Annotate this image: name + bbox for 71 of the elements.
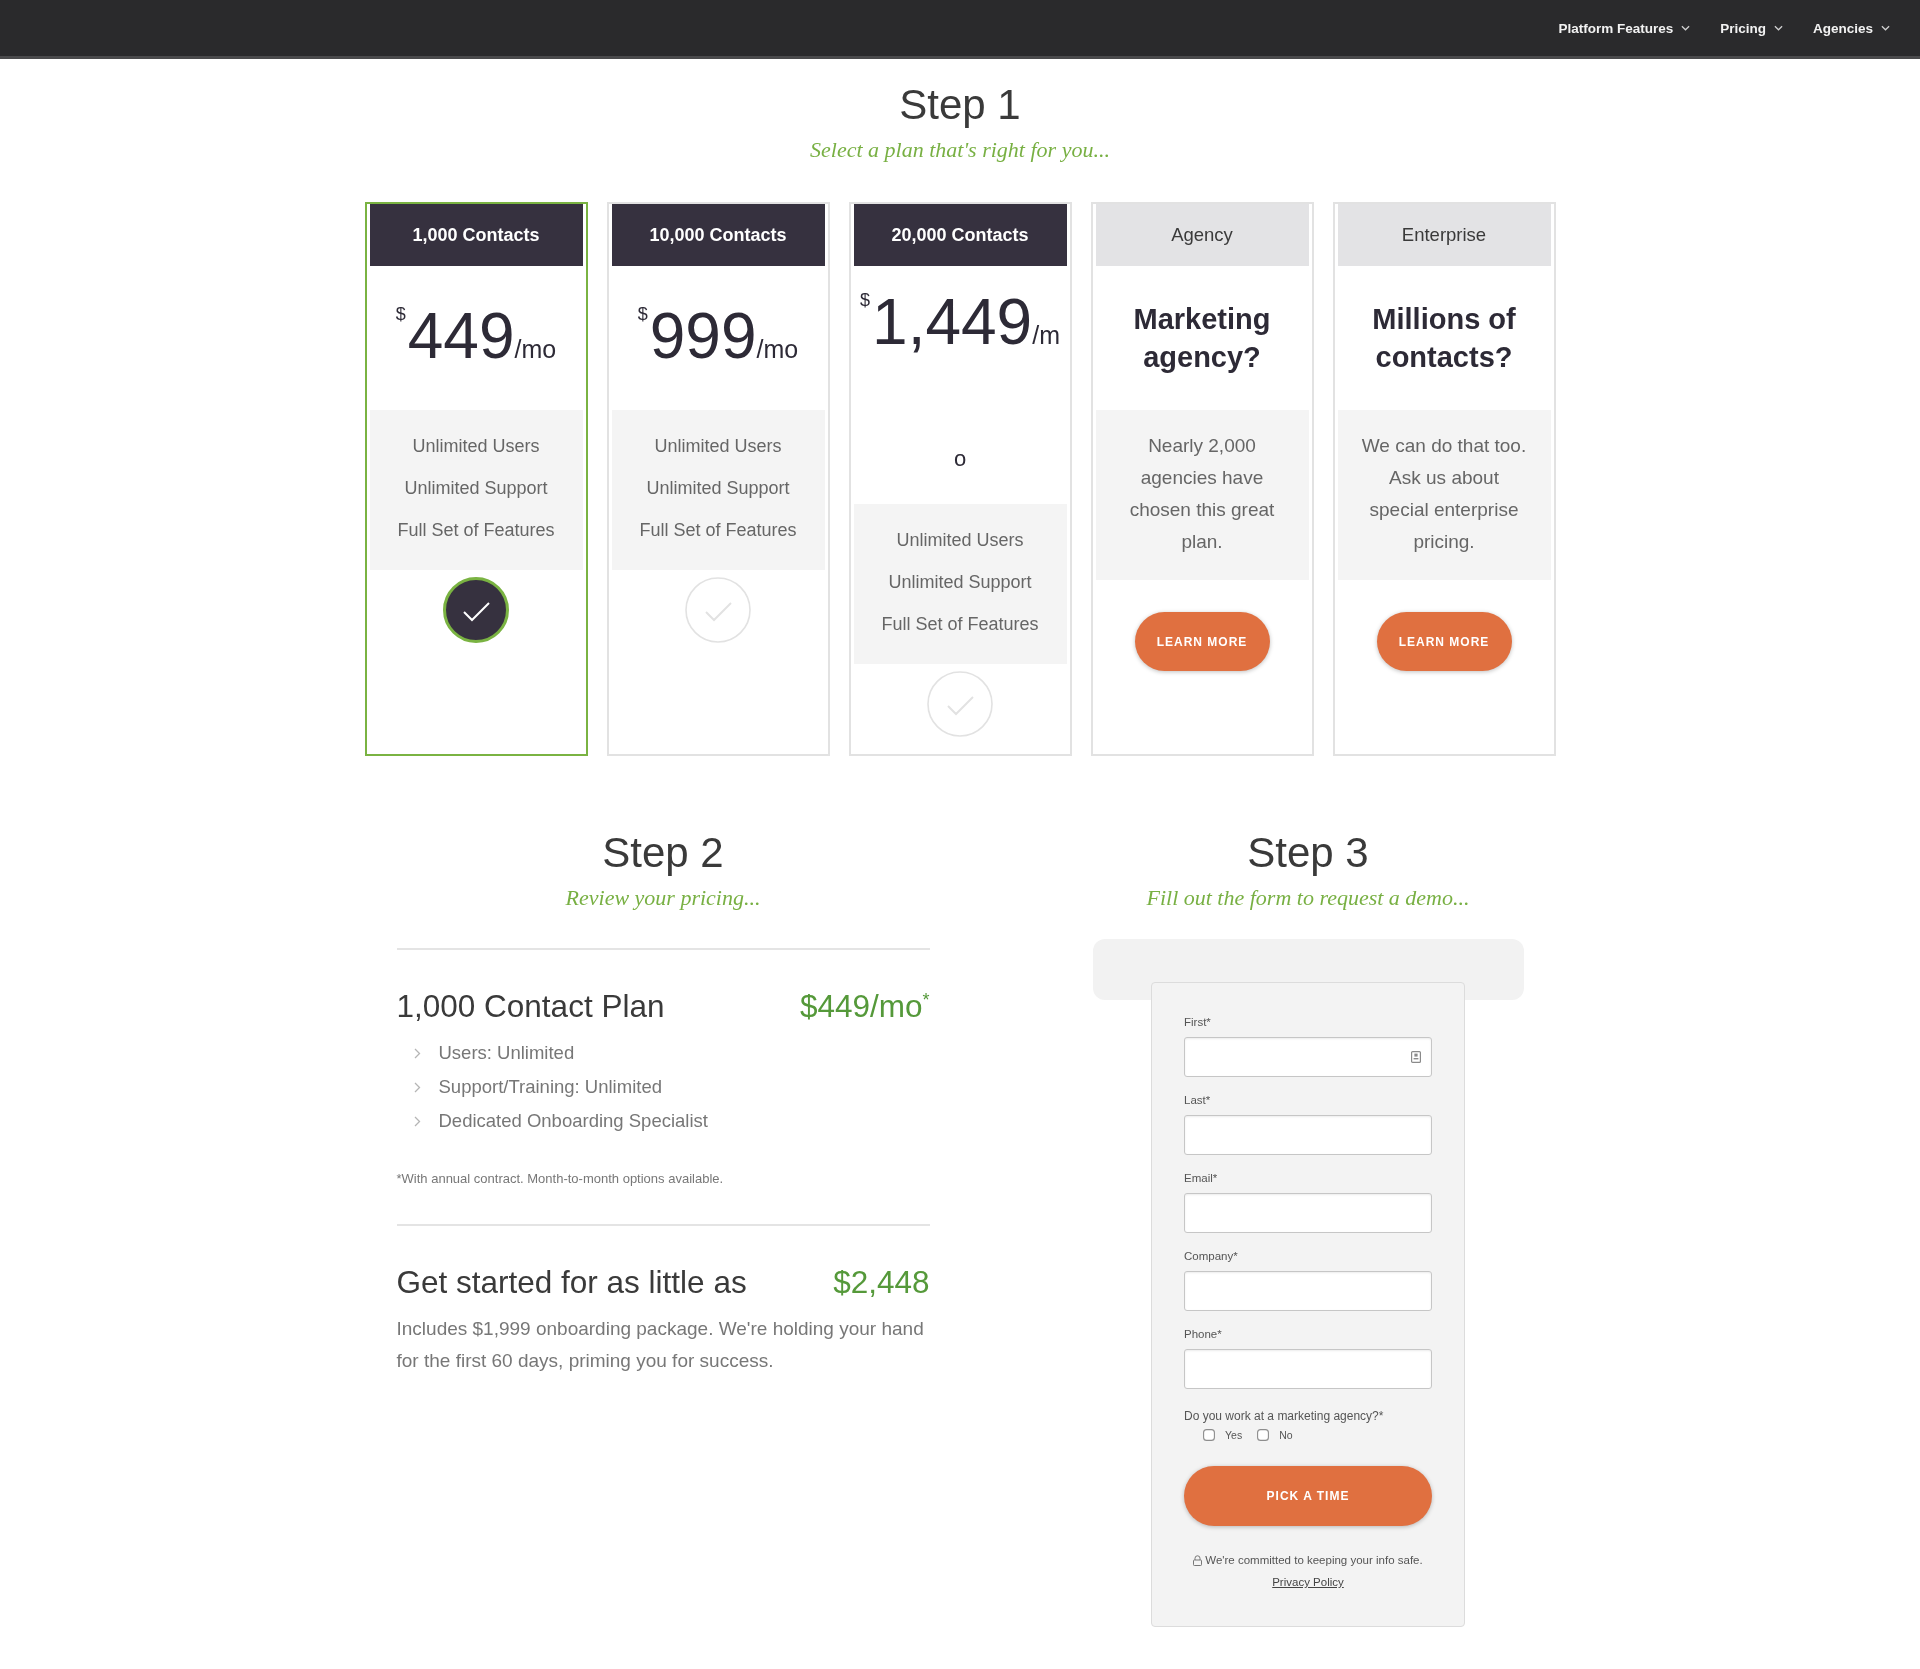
text-input-field[interactable] [1184, 1271, 1432, 1311]
footnote: *With annual contract. Month-to-month options available. [396, 1172, 725, 1186]
privacy-policy-link[interactable]: Privacy Policy [1272, 1575, 1344, 1589]
feature-text: Full Set of Features [397, 519, 555, 542]
price-suffix: o [953, 446, 967, 472]
plan-card[interactable]: Enterprise Millions of contacts? We can do that too. Ask us about special enterprise pricing. LEARN MORE [1332, 202, 1556, 756]
plan-header: 20,000 Contacts [853, 204, 1067, 266]
step-subtitle: Review your pricing... [565, 885, 761, 911]
feature-text: Unlimited Users [654, 435, 782, 458]
chevron-right-icon [413, 1047, 421, 1059]
chevron-down-icon [1681, 25, 1691, 31]
step-title: Step 1 [899, 80, 1021, 130]
lock-icon [1193, 1554, 1203, 1566]
nav-menu-button[interactable]: Pricing [1720, 16, 1783, 40]
plan-detail: Support/Training: Unlimited [438, 1076, 662, 1098]
option-label[interactable]: Yes [1225, 1428, 1243, 1442]
field-label: First* [1184, 1015, 1211, 1029]
contact-card-icon[interactable] [1411, 1051, 1421, 1063]
plan-headline: Millions of contacts? [1371, 302, 1517, 375]
field-label: Last* [1184, 1093, 1211, 1107]
plan-header: 10,000 Contacts [611, 204, 825, 266]
field-label: Email* [1184, 1171, 1218, 1185]
plan-card[interactable]: 20,000 Contacts $^{$}$1,449/m o Unlimited Users Unlimited Support Full Set of Features [848, 202, 1072, 756]
plan-price: $^{$}$1,449/m [860, 285, 1060, 360]
feature-text: Unlimited Support [646, 477, 790, 500]
feature-text: Full Set of Features [639, 519, 797, 542]
field-label: Phone* [1184, 1327, 1222, 1341]
chevron-right-icon [413, 1081, 421, 1093]
step-title: Step 3 [1247, 828, 1369, 878]
plan-name: 1,000 Contact Plan [396, 987, 665, 1026]
plan-detail: Users: Unlimited [438, 1042, 575, 1064]
text-input-field[interactable] [1184, 1115, 1432, 1155]
step-title: Step 2 [602, 828, 724, 878]
feature-text: Unlimited Users [896, 529, 1024, 552]
feature-text: Unlimited Support [888, 571, 1032, 594]
plan-header: Agency [1095, 204, 1309, 266]
plan-card[interactable]: 1,000 Contacts $^{$}$449/mo Unlimited Users Unlimited Support Full Set of Features [364, 202, 588, 756]
step-subtitle: Select a plan that's right for you... [810, 137, 1110, 163]
chevron-right-icon [413, 1115, 421, 1127]
plan-detail: Dedicated Onboarding Specialist [438, 1110, 708, 1132]
step-subtitle: Fill out the form to request a demo... [1146, 885, 1470, 911]
plan-header: 1,000 Contacts [369, 204, 583, 266]
total-price: $2,448 [833, 1263, 930, 1302]
plan-description: Nearly 2,000 agencies have chosen this great plan. [1128, 434, 1276, 554]
chevron-down-icon [1881, 25, 1890, 31]
plan-card[interactable]: 10,000 Contacts $^{$}$999/mo Unlimited Users Unlimited Support Full Set of Features [606, 202, 830, 756]
text-input-field[interactable] [1184, 1193, 1432, 1233]
total-description: Includes $1,999 onboarding package. We're holding your hand for the first 60 days, priming you for success. [396, 1317, 925, 1373]
plan-description: We can do that too. Ask us about special enterprise pricing. [1360, 434, 1528, 554]
nav-menu-button[interactable]: Platform Features [1558, 16, 1691, 40]
radio-button[interactable] [1257, 1429, 1270, 1441]
plan-card[interactable]: Agency Marketing agency? Nearly 2,000 agencies have chosen this great plan. LEARN MORE [1090, 202, 1314, 756]
text-input-field[interactable] [1184, 1037, 1432, 1077]
plan-price: $^{$}$999/mo [637, 299, 799, 374]
monthly-price: $449/mo$^{*}$ [799, 987, 930, 1026]
question-label: Do you work at a marketing agency?* [1184, 1409, 1384, 1423]
option-label[interactable]: No [1279, 1428, 1293, 1442]
radio-button[interactable] [1203, 1429, 1215, 1441]
privacy-note: We're committed to keeping your info safe. [1205, 1553, 1423, 1567]
nav-menu-button[interactable]: Agencies [1812, 16, 1890, 40]
feature-text: Unlimited Support [404, 477, 548, 500]
field-label: Company* [1184, 1249, 1238, 1263]
chevron-down-icon [1773, 25, 1783, 31]
plan-header: Enterprise [1337, 204, 1551, 266]
total-label: Get started for as little as [396, 1263, 747, 1302]
feature-text: Unlimited Users [412, 435, 540, 458]
check-circle-icon[interactable] [443, 577, 509, 643]
plan-headline: Marketing agency? [1132, 302, 1272, 375]
plan-price: $^{$}$449/mo [395, 299, 557, 374]
feature-text: Full Set of Features [881, 613, 1039, 636]
text-input-field[interactable] [1184, 1349, 1432, 1389]
